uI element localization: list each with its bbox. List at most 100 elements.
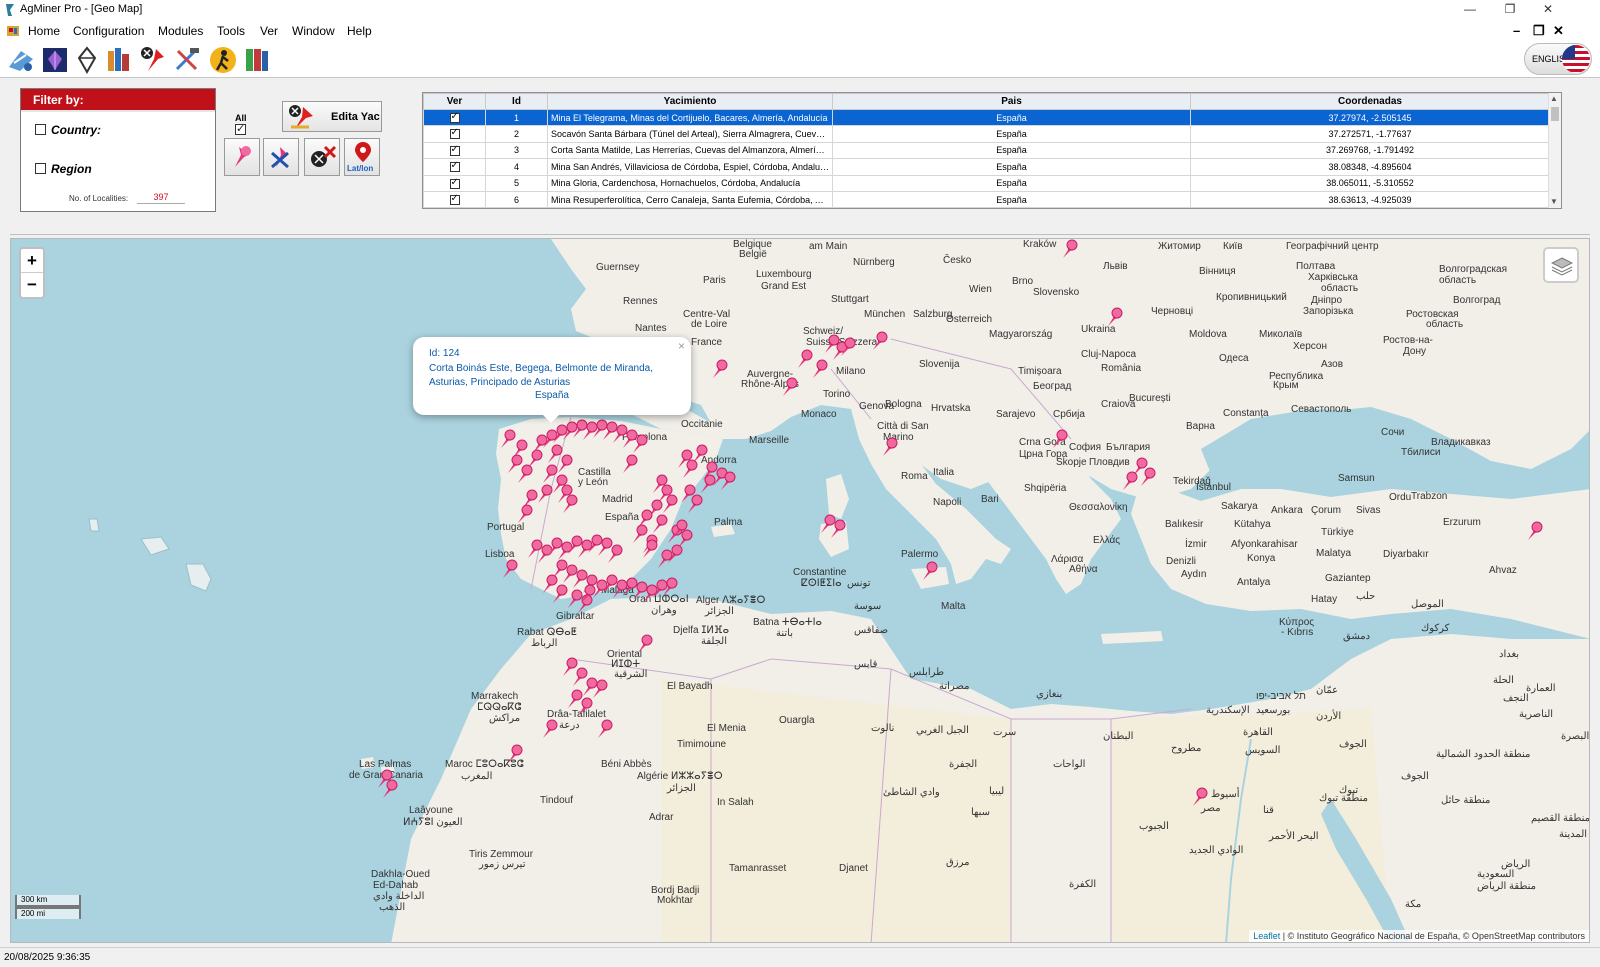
locality-pin[interactable] [506,744,524,764]
table-row[interactable]: 3Corta Santa Matilde, Las Herrerías, Cue… [423,141,1550,160]
locality-pin[interactable] [686,494,704,514]
locality-pin[interactable] [1061,239,1079,259]
locality-pin[interactable] [1121,471,1139,491]
row-visible-cell[interactable] [423,141,486,160]
scroll-up-icon[interactable]: ▲ [1550,94,1558,103]
row-visible-checkbox[interactable] [449,127,460,140]
locality-pin[interactable] [501,559,519,579]
table-row[interactable]: 5Mina Gloria, Cardenchosa, Hornachuelos,… [423,174,1550,192]
layers-control-button[interactable] [1543,247,1579,283]
locality-pin[interactable] [676,529,694,549]
locality-pin[interactable] [881,437,899,457]
menu-configuration[interactable]: Configuration [73,24,144,38]
scroll-down-icon[interactable]: ▼ [1550,197,1558,206]
locality-pin[interactable] [596,719,614,739]
locality-pin[interactable] [871,331,889,351]
row-visible-cell[interactable] [423,158,486,176]
row-visible-cell[interactable] [423,190,486,208]
locality-pin[interactable] [811,359,829,379]
column-header[interactable]: Ver [423,93,486,110]
delete-locality-button[interactable] [304,138,340,176]
mdi-close-button[interactable]: ✕ [1553,23,1564,39]
locality-pin[interactable] [381,779,399,799]
locality-pin[interactable] [641,539,659,559]
zoom-in-button[interactable]: + [21,249,43,273]
column-header[interactable]: Pais [832,93,1191,110]
latlon-button[interactable]: Lat/lon [344,138,380,176]
crystal-icon[interactable] [40,45,70,75]
locality-pin[interactable] [576,697,594,717]
minimize-button[interactable]: — [1452,0,1488,20]
row-visible-checkbox[interactable] [449,111,460,123]
zoom-out-button[interactable]: − [21,273,43,297]
remove-pin-button[interactable] [263,138,299,176]
row-country: España [832,141,1191,160]
locality-pin[interactable] [1139,467,1157,487]
locality-pin[interactable] [661,577,679,597]
locality-pin[interactable] [591,679,609,699]
leaflet-link[interactable]: Leaflet [1253,931,1280,941]
pick-hammer-icon[interactable] [172,45,202,75]
mdi-child-icon[interactable] [6,24,20,38]
country-checkbox[interactable] [35,124,46,135]
scroll-thumb[interactable] [1551,107,1559,121]
locality-pin[interactable] [579,584,597,604]
locality-pin[interactable] [541,719,559,739]
gem-outline-icon[interactable] [72,45,102,75]
locality-pin[interactable] [621,454,639,474]
table-row[interactable]: 6Mina Resuperferolítica, Cerro Canaleja,… [423,190,1550,208]
locality-pin[interactable] [719,471,737,491]
table-row[interactable]: 4Mina San Andrés, Villaviciosa de Córdob… [423,158,1550,176]
locality-pin[interactable] [1051,429,1069,449]
geo-map[interactable]: Belgique België am Main Nürnberg Kraków … [10,238,1590,943]
row-visible-cell[interactable] [423,174,486,192]
column-header[interactable]: Yacimiento [547,93,833,110]
locality-pin[interactable] [561,494,579,514]
menu-home[interactable]: Home [28,24,60,38]
locality-pin[interactable] [711,359,729,379]
menu-ver[interactable]: Ver [260,24,278,38]
region-checkbox[interactable] [35,163,46,174]
maximize-button[interactable]: ❐ [1492,0,1528,20]
pin-tools-icon[interactable] [138,45,168,75]
locality-pin[interactable] [636,634,654,654]
map-tool-icon[interactable] [6,45,36,75]
books-icon[interactable] [104,45,134,75]
row-visible-checkbox[interactable] [449,177,460,189]
menu-modules[interactable]: Modules [158,24,203,38]
add-pin-button[interactable] [224,138,260,176]
column-header[interactable]: Id [485,93,548,110]
locality-pin[interactable] [1191,787,1209,807]
locality-pin[interactable] [781,377,799,397]
table-row[interactable]: 2Socavón Santa Bárbara (Túnel del Arteal… [423,125,1550,143]
locality-pin[interactable] [921,561,939,581]
menu-window[interactable]: Window [292,24,335,38]
locality-pin[interactable] [516,504,534,524]
select-all-checkbox[interactable] [235,122,246,135]
close-button[interactable]: ✕ [1530,0,1566,20]
locality-pin[interactable] [829,519,847,539]
locality-pin[interactable] [699,474,717,494]
locality-pin[interactable] [1106,307,1124,327]
row-visible-cell[interactable] [423,125,486,143]
menu-tools[interactable]: Tools [217,24,245,38]
row-visible-cell[interactable] [423,108,486,127]
popup-close-button[interactable]: × [678,339,685,353]
language-selector[interactable]: ENGLISH [1524,43,1592,75]
row-visible-checkbox[interactable] [449,193,460,205]
row-visible-checkbox[interactable] [449,144,460,156]
locality-pin[interactable] [839,337,857,357]
mdi-minimize-button[interactable]: – [1513,23,1520,38]
hiker-icon[interactable] [208,45,238,75]
table-scrollbar[interactable]: ▲ ▼ [1548,93,1561,208]
column-header[interactable]: Coordenadas [1190,93,1550,110]
row-visible-checkbox[interactable] [449,160,460,173]
table-row[interactable]: 1Mina El Telegrama, Minas del Cortijuelo… [423,108,1550,127]
edit-locality-button[interactable]: Edita Yac [282,101,382,132]
mdi-restore-button[interactable]: ❐ [1533,23,1545,39]
locality-pin[interactable] [606,544,624,564]
locality-pin[interactable] [631,434,649,454]
menu-help[interactable]: Help [347,24,372,38]
library-books-icon[interactable] [242,45,272,75]
locality-pin[interactable] [1526,521,1544,541]
